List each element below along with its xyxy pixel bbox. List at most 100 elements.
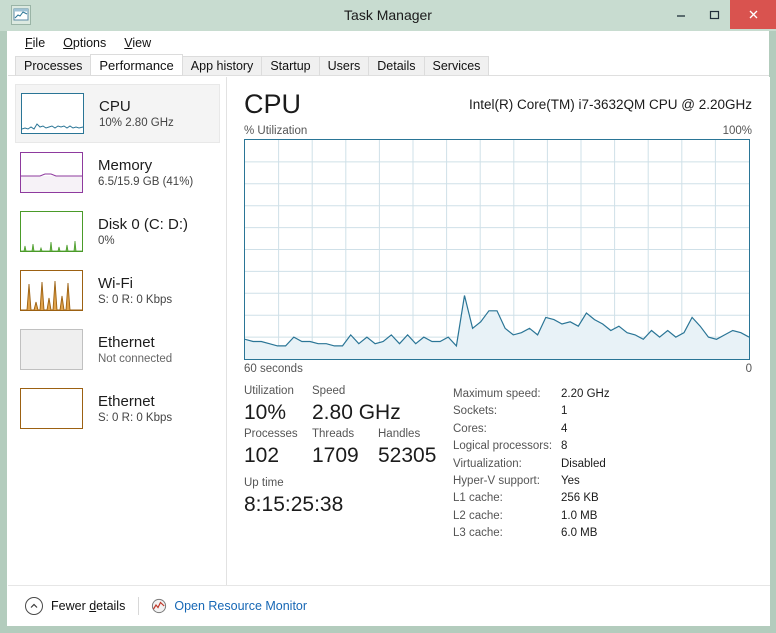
menu-bar: File Options View xyxy=(8,31,769,55)
spec-row: Hyper-V support: Yes xyxy=(453,473,610,490)
tab-strip: Processes Performance App history Startu… xyxy=(8,54,769,76)
stat-threads: Threads 1709 xyxy=(312,427,378,470)
sidebar-item-cpu[interactable]: CPU 10% 2.80 GHz xyxy=(15,84,220,143)
cpu-detail-panel: CPU Intel(R) Core(TM) i7-3632QM CPU @ 2.… xyxy=(228,77,770,602)
sidebar-memory-title: Memory xyxy=(98,156,153,174)
footer-bar: Fewer details Open Resource Monitor xyxy=(8,585,770,626)
graph-time-start: 60 seconds xyxy=(244,363,303,375)
menu-view[interactable]: View xyxy=(115,34,160,52)
utilization-value: 10% xyxy=(244,401,287,424)
sidebar-disk-title: Disk 0 (C: D:) xyxy=(98,215,188,233)
graph-time-end: 0 xyxy=(745,363,752,375)
fewer-details-button[interactable]: Fewer details xyxy=(25,597,125,615)
cpu-labels: CPU 10% 2.80 GHz xyxy=(99,98,174,130)
tab-performance[interactable]: Performance xyxy=(90,54,183,76)
maximize-button[interactable] xyxy=(697,0,730,29)
ethernet-disconnected-thumbnail xyxy=(20,329,83,370)
spec-row: Logical processors: 8 xyxy=(453,438,610,455)
utilization-label: Utilization xyxy=(244,385,294,397)
stat-row-2: Processes 102 Threads 1709 Handles 52305 xyxy=(244,427,449,470)
menu-file[interactable]: File xyxy=(16,34,54,52)
cpu-header: CPU Intel(R) Core(TM) i7-3632QM CPU @ 2.… xyxy=(244,87,752,125)
sidebar-item-ethernet[interactable]: Ethernet S: 0 R: 0 Kbps xyxy=(15,379,220,438)
ethernet-labels: Ethernet S: 0 R: 0 Kbps xyxy=(98,393,172,425)
spec-key: Sockets: xyxy=(453,405,498,418)
stat-uptime: Up time 8:15:25:38 xyxy=(244,476,449,519)
minimize-button[interactable] xyxy=(664,0,697,29)
cpu-model-label: Intel(R) Core(TM) i7-3632QM CPU @ 2.20GH… xyxy=(468,97,752,112)
handles-label: Handles xyxy=(378,428,421,440)
spec-value: Yes xyxy=(561,475,580,488)
spec-value: 6.0 MB xyxy=(561,527,598,540)
uptime-value: 8:15:25:38 xyxy=(244,493,344,516)
spec-key: L3 cache: xyxy=(453,527,503,540)
spec-key: Logical processors: xyxy=(453,440,553,453)
window-controls xyxy=(664,0,776,29)
stat-processes: Processes 102 xyxy=(244,427,312,470)
graph-time-labels: 60 seconds 0 xyxy=(244,363,752,375)
spec-row: L1 cache: 256 KB xyxy=(453,490,610,507)
cpu-graph-svg xyxy=(245,140,749,359)
sidebar-ethernet-title: Ethernet xyxy=(98,392,155,410)
memory-thumbnail xyxy=(20,152,83,193)
graph-axis-labels: % Utilization 100% xyxy=(244,125,752,137)
wifi-thumbnail xyxy=(20,270,83,311)
tab-startup[interactable]: Startup xyxy=(261,56,320,76)
ethernet-thumbnail xyxy=(20,388,83,429)
sidebar-wifi-sub: S: 0 R: 0 Kbps xyxy=(98,293,173,306)
open-resource-monitor-link[interactable]: Open Resource Monitor xyxy=(150,598,307,615)
spec-value: 2.20 GHz xyxy=(561,388,610,400)
spec-key: L1 cache: xyxy=(453,492,503,505)
client-area: File Options View Processes Performance … xyxy=(7,31,770,626)
stat-utilization: Utilization 10% xyxy=(244,384,312,427)
tab-processes[interactable]: Processes xyxy=(15,56,92,76)
speed-value: 2.80 GHz xyxy=(312,401,401,424)
speed-label: Speed xyxy=(312,385,346,397)
spec-row: Sockets: 1 xyxy=(453,403,610,420)
tab-app-history[interactable]: App history xyxy=(181,56,263,76)
sidebar-memory-sub: 6.5/15.9 GB (41%) xyxy=(98,175,194,188)
sidebar-disk-sub: 0% xyxy=(98,234,115,247)
sidebar-item-memory[interactable]: Memory 6.5/15.9 GB (41%) xyxy=(15,143,220,202)
cpu-utilization-graph[interactable] xyxy=(244,139,750,360)
stat-handles: Handles 52305 xyxy=(378,427,448,470)
sidebar-item-ethernet-disconnected[interactable]: Ethernet Not connected xyxy=(15,320,220,379)
resource-monitor-label: Open Resource Monitor xyxy=(174,599,308,613)
sidebar-wifi-title: Wi-Fi xyxy=(98,274,133,292)
footer-separator xyxy=(138,597,140,615)
task-manager-window: Task Manager File Options View Processes… xyxy=(0,0,776,633)
spec-key: Virtualization: xyxy=(453,457,522,470)
spec-value: 256 KB xyxy=(561,492,599,505)
tab-users[interactable]: Users xyxy=(318,56,370,76)
resource-monitor-icon xyxy=(150,598,167,615)
sidebar-ethernet-disconnected-title: Ethernet xyxy=(98,333,155,351)
sidebar-item-disk[interactable]: Disk 0 (C: D:) 0% xyxy=(15,202,220,261)
spec-row: Maximum speed: 2.20 GHz xyxy=(453,386,610,403)
spec-key: Cores: xyxy=(453,422,487,435)
spec-value: 8 xyxy=(561,440,568,453)
disk-labels: Disk 0 (C: D:) 0% xyxy=(98,216,188,248)
sidebar-item-wifi[interactable]: Wi-Fi S: 0 R: 0 Kbps xyxy=(15,261,220,320)
cpu-thumbnail xyxy=(21,93,84,134)
handles-value: 52305 xyxy=(378,444,437,467)
graph-ylabel: % Utilization xyxy=(244,125,308,137)
menu-options[interactable]: Options xyxy=(54,34,115,52)
wifi-labels: Wi-Fi S: 0 R: 0 Kbps xyxy=(98,275,172,307)
spec-key: L2 cache: xyxy=(453,509,503,522)
sidebar-cpu-sub: 10% 2.80 GHz xyxy=(99,116,174,129)
tab-services[interactable]: Services xyxy=(423,56,490,76)
spec-value: 1.0 MB xyxy=(561,509,598,522)
sidebar-cpu-title: CPU xyxy=(99,97,131,115)
threads-value: 1709 xyxy=(312,444,359,467)
threads-label: Threads xyxy=(312,428,355,440)
spec-row: L2 cache: 1.0 MB xyxy=(453,508,610,525)
tab-details[interactable]: Details xyxy=(368,56,425,76)
title-bar: Task Manager xyxy=(0,0,776,31)
sidebar-ethernet-disconnected-sub: Not connected xyxy=(98,352,173,365)
spec-key: Maximum speed: xyxy=(453,388,541,400)
close-button[interactable] xyxy=(730,0,776,29)
sidebar-ethernet-sub: S: 0 R: 0 Kbps xyxy=(98,411,173,424)
spec-value: 4 xyxy=(561,422,568,435)
disk-thumbnail xyxy=(20,211,83,252)
memory-labels: Memory 6.5/15.9 GB (41%) xyxy=(98,157,193,189)
